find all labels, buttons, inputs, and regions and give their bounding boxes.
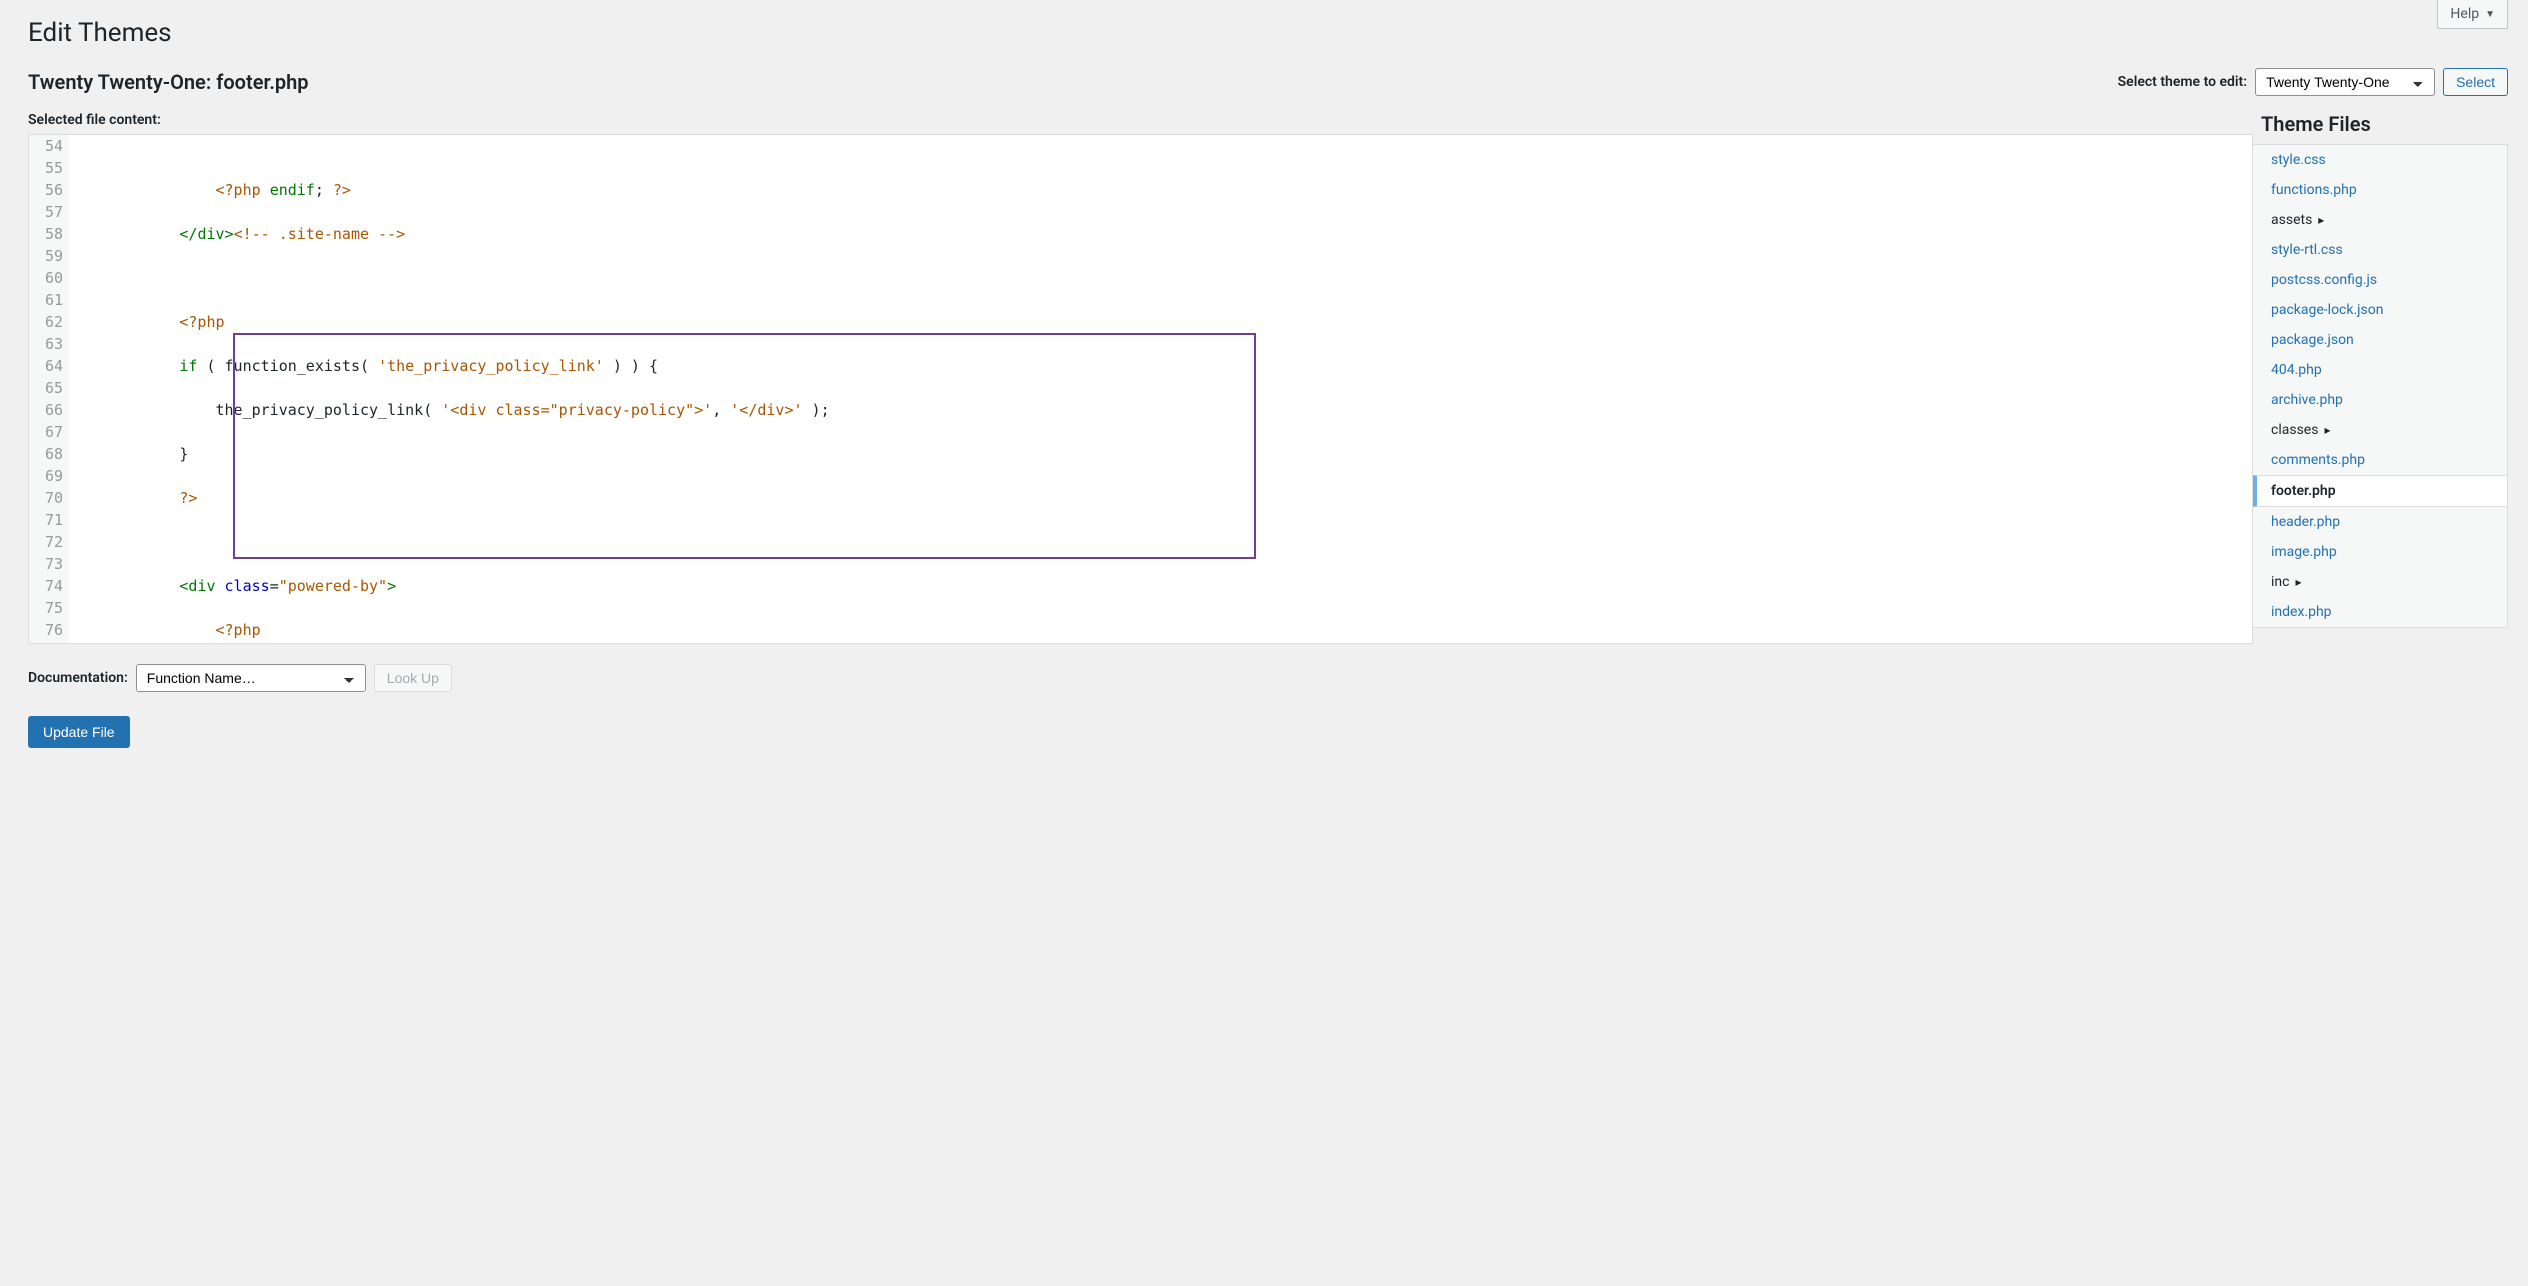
documentation-label: Documentation:	[28, 670, 128, 686]
header-row: Twenty Twenty-One: footer.php Select the…	[28, 68, 2508, 96]
theme-select-group: Select theme to edit: Twenty Twenty-One …	[2118, 68, 2508, 96]
file-item-style-rtl-css[interactable]: style-rtl.css	[2253, 235, 2507, 265]
file-item-image-php[interactable]: image.php	[2253, 537, 2507, 567]
select-button[interactable]: Select	[2443, 68, 2508, 96]
file-item-package-lock-json[interactable]: package-lock.json	[2253, 295, 2507, 325]
file-item-classes[interactable]: classes	[2253, 415, 2507, 445]
file-item-footer-php[interactable]: footer.php	[2253, 475, 2507, 507]
help-label: Help	[2450, 6, 2479, 22]
file-item-archive-php[interactable]: archive.php	[2253, 385, 2507, 415]
file-item-style-css[interactable]: style.css	[2253, 145, 2507, 175]
update-file-button[interactable]: Update File	[28, 716, 130, 748]
code-content[interactable]: <?php endif; ?> </div><!-- .site-name --…	[69, 135, 2252, 644]
help-tab[interactable]: Help ▼	[2437, 0, 2508, 29]
file-item-postcss-config-js[interactable]: postcss.config.js	[2253, 265, 2507, 295]
line-gutter: 5455565758596061626364656667686970717273…	[29, 135, 69, 644]
file-list: style.cssfunctions.phpassetsstyle-rtl.cs…	[2253, 144, 2508, 628]
editing-file-heading: Twenty Twenty-One: footer.php	[28, 70, 309, 94]
file-item-inc[interactable]: inc	[2253, 567, 2507, 597]
selected-file-label: Selected file content:	[28, 112, 2253, 128]
file-item-package-json[interactable]: package.json	[2253, 325, 2507, 355]
theme-files-heading: Theme Files	[2261, 112, 2508, 136]
file-item-comments-php[interactable]: comments.php	[2253, 445, 2507, 475]
documentation-row: Documentation: Function Name… Look Up	[28, 664, 2253, 692]
chevron-down-icon: ▼	[2485, 9, 2495, 20]
function-select[interactable]: Function Name…	[136, 664, 366, 692]
file-item-assets[interactable]: assets	[2253, 205, 2507, 235]
file-item-functions-php[interactable]: functions.php	[2253, 175, 2507, 205]
file-item-header-php[interactable]: header.php	[2253, 507, 2507, 537]
theme-select[interactable]: Twenty Twenty-One	[2255, 68, 2435, 96]
code-editor[interactable]: 5455565758596061626364656667686970717273…	[28, 134, 2253, 644]
page-title: Edit Themes	[28, 18, 2508, 48]
file-item-404-php[interactable]: 404.php	[2253, 355, 2507, 385]
file-item-index-php[interactable]: index.php	[2253, 597, 2507, 627]
select-theme-label: Select theme to edit:	[2118, 74, 2247, 90]
lookup-button[interactable]: Look Up	[374, 664, 452, 692]
